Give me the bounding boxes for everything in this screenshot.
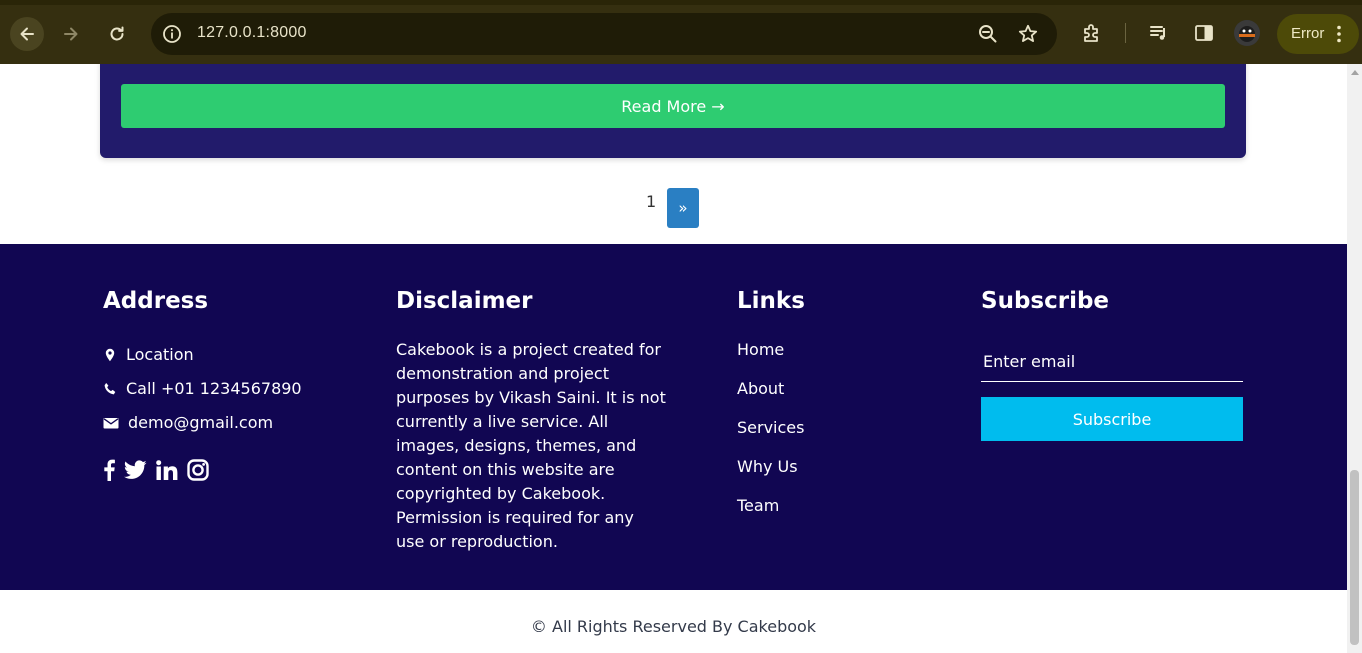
site-info-icon[interactable] [161,23,183,45]
bookmark-star-icon[interactable] [1017,23,1039,45]
media-queue-icon[interactable] [1148,22,1170,44]
map-marker-icon [103,348,117,362]
copyright-text: © All Rights Reserved By Cakebook [530,617,817,636]
linkedin-icon[interactable] [156,460,178,484]
footer-link-home[interactable]: Home [737,340,784,359]
subscribe-button[interactable]: Subscribe [981,397,1243,441]
tab-strip [0,0,1362,5]
next-page-button[interactable]: » [667,188,699,228]
read-more-button[interactable]: Read More → [121,84,1225,128]
address-title: Address [103,288,209,314]
side-panel-icon[interactable] [1193,22,1215,44]
address-phone: Call +01 1234567890 [103,379,302,398]
toolbar-divider [1125,23,1126,43]
extensions-icon[interactable] [1081,22,1103,44]
footer-link-about[interactable]: About [737,379,784,398]
email-input[interactable] [981,342,1243,382]
profile-avatar-icon [1234,20,1260,46]
footer-link-services[interactable]: Services [737,418,804,437]
location-text: Location [126,345,194,364]
more-vert-icon [1337,25,1341,43]
phone-icon [103,382,117,396]
phone-text: Call +01 1234567890 [126,379,302,398]
scroll-up-arrow[interactable] [1351,70,1359,75]
pagination: 1 » [0,188,1347,228]
back-button[interactable] [10,17,44,51]
facebook-icon[interactable] [103,459,115,485]
arrow-left-icon [20,27,34,41]
subscribe-title: Subscribe [981,288,1110,314]
address-bar[interactable]: 127.0.0.1:8000 [151,13,1057,55]
footer-link-why-us[interactable]: Why Us [737,457,798,476]
address-email: demo@gmail.com [103,413,273,432]
zoom-out-icon[interactable] [977,23,999,45]
error-menu-button[interactable]: Error [1277,14,1359,54]
profile-avatar[interactable] [1234,20,1260,46]
twitter-icon[interactable] [124,460,147,484]
links-title: Links [737,288,805,314]
instagram-icon[interactable] [187,459,209,485]
url-text[interactable]: 127.0.0.1:8000 [197,24,307,42]
scrollbar-thumb[interactable] [1350,470,1359,645]
site-footer: Address Location Call +01 1234567890 dem… [0,244,1347,590]
address-location: Location [103,345,194,364]
reload-icon [110,26,124,41]
arrow-right-icon [64,27,78,41]
blog-card: Read More → [100,64,1246,158]
email-text: demo@gmail.com [128,413,274,432]
footer-link-team[interactable]: Team [737,496,779,515]
disclaimer-text: Cakebook is a project created for demons… [396,340,666,551]
error-label: Error [1291,25,1325,42]
disclaimer-title: Disclaimer [396,288,533,314]
social-links [103,459,218,485]
page-number[interactable]: 1 [646,192,656,211]
browser-toolbar: 127.0.0.1:8000 Error [0,0,1362,64]
reload-button[interactable] [100,17,134,51]
page-scrollbar[interactable] [1347,64,1362,653]
forward-button[interactable] [54,17,88,51]
page-viewport: Read More → 1 » Address Location Call +0… [0,64,1347,653]
envelope-icon [103,416,119,430]
